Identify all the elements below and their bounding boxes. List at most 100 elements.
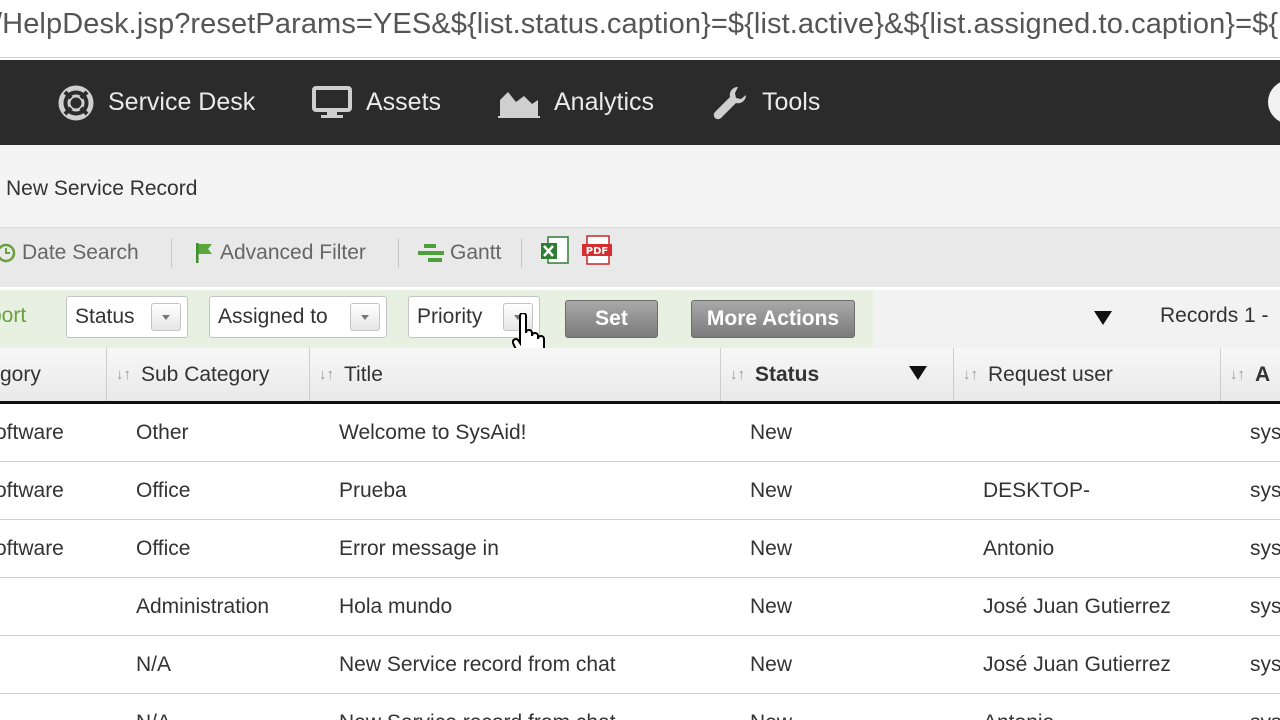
cell-assigned: sys [1250, 595, 1280, 618]
assigned-to-dropdown-label: Assigned to [218, 305, 328, 328]
report-link[interactable]: port [0, 304, 26, 328]
cell-title[interactable]: Prueba [339, 462, 407, 520]
column-divider[interactable] [106, 348, 107, 401]
pdf-icon: PDF [581, 235, 613, 271]
cell-title[interactable]: Error message in [339, 520, 499, 578]
nav-label: Analytics [554, 88, 655, 116]
address-bar[interactable]: /HelpDesk.jsp?resetParams=YES&${list.sta… [0, 0, 1280, 58]
filter-funnel-icon[interactable] [1093, 310, 1113, 331]
nav-label: Assets [366, 88, 442, 116]
column-status-header[interactable]: ↓↑ Status [730, 348, 819, 401]
nav-service-desk[interactable]: Service Desk [58, 60, 255, 145]
table-row[interactable]: oftware Office Error message in New Anto… [0, 520, 1280, 578]
toolbar-divider [398, 238, 399, 268]
cell-sub-category: Office [136, 537, 191, 560]
column-divider[interactable] [720, 348, 721, 401]
cell-status: New [750, 537, 793, 560]
cell-status: New [750, 421, 793, 444]
set-button[interactable]: Set [565, 300, 658, 338]
nav-tools[interactable]: Tools [712, 60, 820, 145]
nav-analytics[interactable]: Analytics [498, 60, 654, 145]
cell-request-user: Antonio [983, 694, 1054, 720]
svg-text:PDF: PDF [586, 246, 608, 257]
cell-request-user: DESKTOP- [983, 479, 1090, 502]
column-label: gory [0, 362, 41, 386]
cell-title[interactable]: Hola mundo [339, 578, 452, 636]
cell-sub-category: Other [136, 421, 189, 444]
page-header: New Service Record [0, 145, 1280, 227]
filter-bar: port Status Assigned to Priority Set Mor… [0, 290, 1280, 348]
area-chart-icon [498, 88, 540, 118]
monitor-icon [312, 85, 352, 120]
table-row[interactable]: N/A New Service record from chat New Ant… [0, 694, 1280, 720]
sort-icon: ↓↑ [319, 366, 334, 383]
cell-title[interactable]: New Service record from chat [339, 694, 616, 720]
more-actions-button[interactable]: More Actions [691, 300, 855, 338]
column-request-user-header[interactable]: ↓↑ Request user [963, 348, 1113, 401]
toolbar-divider [171, 238, 172, 268]
column-sub-category-header[interactable]: ↓↑ Sub Category [116, 348, 269, 401]
column-label: Status [755, 362, 820, 386]
nav-label: Tools [762, 88, 821, 116]
column-divider[interactable] [1220, 348, 1221, 401]
clock-icon [0, 243, 16, 263]
list-toolbar: Date Search Advanced Filter Gantt PDF [0, 227, 1280, 287]
date-search-button[interactable]: Date Search [0, 228, 139, 278]
status-filter-funnel-icon[interactable] [908, 365, 928, 386]
cell-sub-category: N/A [136, 694, 171, 720]
table-row[interactable]: N/A New Service record from chat New Jos… [0, 636, 1280, 694]
table-row[interactable]: oftware Office Prueba New DESKTOP- sys [0, 462, 1280, 520]
advanced-filter-button[interactable]: Advanced Filter [194, 228, 366, 278]
cell-sub-category: N/A [136, 653, 172, 676]
column-category-header[interactable]: gory [0, 348, 41, 401]
url-text[interactable]: /HelpDesk.jsp?resetParams=YES&${list.sta… [0, 8, 1278, 41]
cell-assigned: sys [1250, 694, 1280, 720]
nav-label: Service Desk [108, 88, 256, 116]
nav-assets[interactable]: Assets [312, 60, 441, 145]
sort-icon: ↓↑ [730, 366, 745, 383]
user-avatar[interactable] [1268, 80, 1280, 124]
column-divider[interactable] [953, 348, 954, 401]
sort-icon: ↓↑ [1230, 366, 1245, 383]
column-label: Title [344, 362, 383, 386]
column-label: A [1255, 362, 1271, 386]
cell-status: New [750, 694, 792, 720]
column-assigned-header[interactable]: ↓↑ A [1230, 348, 1270, 401]
table-row[interactable]: oftware Other Welcome to SysAid! New sys [0, 404, 1280, 462]
table-row[interactable]: Administration Hola mundo New José Juan … [0, 578, 1280, 636]
cell-status: New [750, 653, 793, 676]
cell-request-user: José Juan Gutierrez [983, 595, 1171, 618]
cell-title[interactable]: New Service record from chat [339, 636, 616, 694]
flag-icon [194, 242, 214, 264]
cell-title[interactable]: Welcome to SysAid! [339, 404, 527, 462]
cell-assigned: sys [1250, 479, 1280, 502]
sort-icon: ↓↑ [963, 366, 978, 383]
wrench-icon [712, 85, 748, 121]
gantt-label: Gantt [450, 241, 502, 264]
status-dropdown-label: Status [75, 305, 135, 328]
advanced-filter-label: Advanced Filter [220, 241, 366, 264]
page-title[interactable]: New Service Record [6, 177, 197, 201]
cell-category: oftware [0, 537, 64, 560]
column-divider[interactable] [309, 348, 310, 401]
column-label: Sub Category [141, 362, 270, 386]
cell-sub-category: Office [136, 479, 191, 502]
cell-sub-category: Administration [136, 595, 270, 618]
cell-request-user: Antonio [983, 537, 1055, 560]
cell-assigned: sys [1250, 421, 1280, 444]
export-pdf-button[interactable]: PDF [581, 228, 613, 278]
excel-icon [540, 235, 570, 271]
export-excel-button[interactable] [540, 228, 570, 278]
date-search-label: Date Search [22, 241, 139, 264]
lifebuoy-icon [58, 85, 94, 121]
assigned-to-dropdown[interactable]: Assigned to [209, 296, 387, 338]
cell-category: oftware [0, 421, 64, 444]
status-dropdown[interactable]: Status [66, 296, 188, 338]
column-title-header[interactable]: ↓↑ Title [319, 348, 383, 401]
toolbar-divider [521, 238, 522, 268]
gantt-icon [418, 242, 444, 264]
chevron-down-icon[interactable] [151, 303, 181, 331]
gantt-button[interactable]: Gantt [418, 228, 501, 278]
chevron-down-icon[interactable] [350, 303, 380, 331]
cell-assigned: sys [1250, 653, 1280, 676]
